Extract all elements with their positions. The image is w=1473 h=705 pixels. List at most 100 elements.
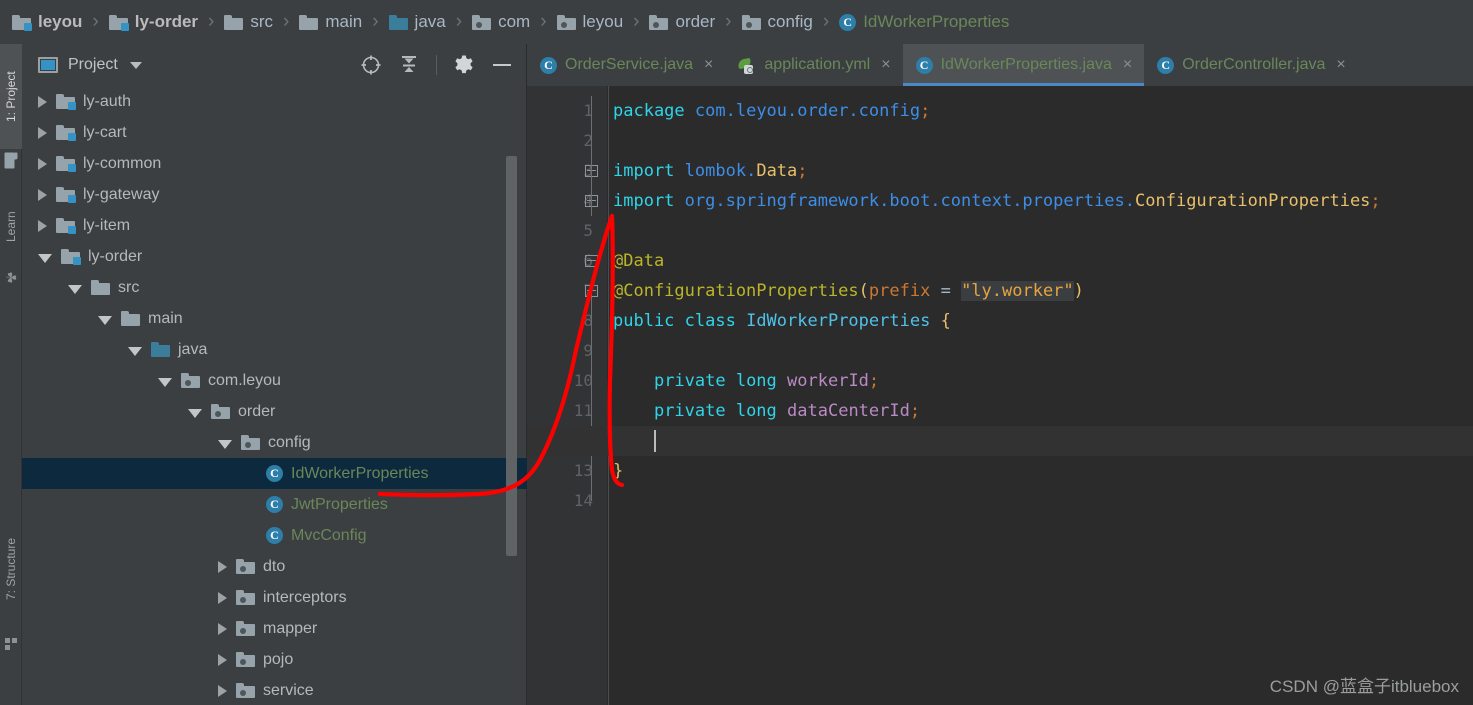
- tree-node-label: service: [263, 681, 314, 699]
- package-icon: [472, 14, 492, 30]
- collapse-all-icon[interactable]: [398, 54, 420, 76]
- code-line-6: @Data: [613, 251, 665, 271]
- tree-node-ly-cart[interactable]: ly-cart: [22, 117, 527, 148]
- tree-node-pojo[interactable]: pojo: [22, 644, 527, 675]
- tree-node-src[interactable]: src: [22, 272, 527, 303]
- chevron-down-icon[interactable]: [158, 377, 172, 387]
- sidebar-item-favorites[interactable]: ites: [0, 692, 22, 705]
- package-icon: [211, 404, 230, 419]
- tree-node-ly-common[interactable]: ly-common: [22, 148, 527, 179]
- breadcrumb-item-order[interactable]: order: [647, 0, 717, 44]
- tree-node-idworkerproperties[interactable]: C IdWorkerProperties: [22, 458, 527, 489]
- chevron-down-icon[interactable]: [129, 61, 142, 69]
- tree-node-jwtproperties[interactable]: C JwtProperties: [22, 489, 527, 520]
- breadcrumb-separator: ›: [822, 11, 830, 32]
- chevron-right-icon[interactable]: [38, 219, 47, 232]
- java-class-icon: C: [266, 496, 283, 513]
- chevron-down-icon[interactable]: [68, 284, 82, 294]
- chevron-right-icon[interactable]: [38, 188, 47, 201]
- crosshair-icon[interactable]: [360, 54, 382, 76]
- minimize-icon[interactable]: [491, 54, 513, 76]
- editor-gutter[interactable]: 1234567891011121314: [527, 86, 607, 705]
- project-icon: [4, 152, 18, 169]
- tree-node-mvcconfig[interactable]: C MvcConfig: [22, 520, 527, 551]
- breadcrumb-separator: ›: [92, 11, 99, 32]
- code-line-11: private long dataCenterId;: [653, 401, 921, 421]
- chevron-right-icon[interactable]: [38, 157, 47, 170]
- editor-tab-orderservice-java[interactable]: C OrderService.java ×: [527, 44, 725, 86]
- gutter-separator: [608, 86, 609, 705]
- chevron-down-icon[interactable]: [38, 253, 52, 263]
- breadcrumb-item-leyou[interactable]: leyou: [10, 0, 84, 44]
- package-icon: [741, 14, 761, 30]
- close-icon[interactable]: ×: [1123, 57, 1132, 73]
- tree-node-dto[interactable]: dto: [22, 551, 527, 582]
- tree-node-ly-gateway[interactable]: ly-gateway: [22, 179, 527, 210]
- fold-minus-icon[interactable]: [584, 163, 600, 179]
- project-panel-title: Project: [68, 56, 118, 73]
- fold-end-icon[interactable]: [584, 193, 600, 209]
- editor-tab-application-yml[interactable]: application.yml ×: [725, 44, 902, 86]
- folder-icon: [91, 280, 110, 295]
- chevron-right-icon[interactable]: [218, 684, 227, 697]
- fold-end-icon-annotations[interactable]: [584, 283, 600, 299]
- tree-node-mapper[interactable]: mapper: [22, 613, 527, 644]
- sidebar-item-learn[interactable]: Learn: [0, 192, 22, 262]
- close-icon[interactable]: ×: [881, 57, 890, 73]
- editor-tab-idworkerproperties-java[interactable]: C IdWorkerProperties.java ×: [902, 44, 1145, 86]
- breadcrumb-item-leyou[interactable]: leyou: [555, 0, 626, 44]
- tree-node-ly-item[interactable]: ly-item: [22, 210, 527, 241]
- breadcrumb-item-java[interactable]: java: [387, 0, 448, 44]
- tree-node-interceptors[interactable]: interceptors: [22, 582, 527, 613]
- fold-connector-line-2: [591, 291, 592, 501]
- tree-node-label: order: [238, 402, 276, 420]
- package-icon: [241, 435, 260, 450]
- code-line-10: private long workerId;: [653, 371, 880, 391]
- package-icon: [236, 621, 255, 636]
- tree-node-label: com.leyou: [208, 371, 281, 389]
- project-tree-scrollbar[interactable]: [506, 156, 517, 556]
- chevron-down-icon[interactable]: [128, 346, 142, 356]
- left-tool-window-strip: 1: Project Learn ☘ 7: Structure ites: [0, 44, 22, 705]
- chevron-right-icon[interactable]: [218, 653, 227, 666]
- sidebar-item-project[interactable]: 1: Project: [0, 44, 22, 149]
- tree-node-ly-auth[interactable]: ly-auth: [22, 86, 527, 117]
- tree-node-com-leyou[interactable]: com.leyou: [22, 365, 527, 396]
- fold-minus-icon-annotations[interactable]: [584, 253, 600, 269]
- tree-node-java[interactable]: java: [22, 334, 527, 365]
- chevron-down-icon[interactable]: [188, 408, 202, 418]
- code-content[interactable]: package com.leyou.order.config; import lo…: [527, 86, 1473, 705]
- chevron-down-icon[interactable]: [218, 439, 232, 449]
- breadcrumb-item-idworkerproperties[interactable]: C IdWorkerProperties: [837, 0, 1011, 44]
- breadcrumb-item-ly-order[interactable]: ly-order: [107, 0, 200, 44]
- sidebar-item-structure[interactable]: 7: Structure: [0, 509, 22, 629]
- java-class-icon: C: [540, 56, 557, 74]
- tree-node-ly-order[interactable]: ly-order: [22, 241, 527, 272]
- tree-node-order[interactable]: order: [22, 396, 527, 427]
- tree-node-service[interactable]: service: [22, 675, 527, 705]
- tree-node-main[interactable]: main: [22, 303, 527, 334]
- gear-icon[interactable]: [453, 54, 475, 76]
- package-icon: [181, 373, 200, 388]
- package-icon: [556, 14, 576, 30]
- breadcrumb-separator: ›: [372, 11, 379, 32]
- close-icon[interactable]: ×: [704, 57, 713, 73]
- breadcrumb-item-main[interactable]: main: [297, 0, 364, 44]
- breadcrumb-item-com[interactable]: com: [470, 0, 532, 44]
- close-icon[interactable]: ×: [1336, 57, 1345, 73]
- code-line-7: @ConfigurationProperties(prefix = "ly.wo…: [613, 281, 1084, 301]
- tree-node-config[interactable]: config: [22, 427, 527, 458]
- chevron-right-icon[interactable]: [218, 591, 227, 604]
- chevron-right-icon[interactable]: [218, 622, 227, 635]
- chevron-right-icon[interactable]: [218, 560, 227, 573]
- breadcrumb-item-label: leyou: [582, 12, 624, 31]
- chevron-right-icon[interactable]: [38, 95, 47, 108]
- editor-tab-ordercontroller-java[interactable]: C OrderController.java ×: [1144, 44, 1358, 86]
- chevron-right-icon[interactable]: [38, 126, 47, 139]
- chevron-down-icon[interactable]: [98, 315, 112, 325]
- package-icon: [236, 559, 255, 574]
- breadcrumb-item-src[interactable]: src: [222, 0, 275, 44]
- breadcrumb-item-config[interactable]: config: [740, 0, 815, 44]
- project-tree[interactable]: ly-auth ly-cart ly-common ly-gateway ly-item…: [22, 86, 527, 705]
